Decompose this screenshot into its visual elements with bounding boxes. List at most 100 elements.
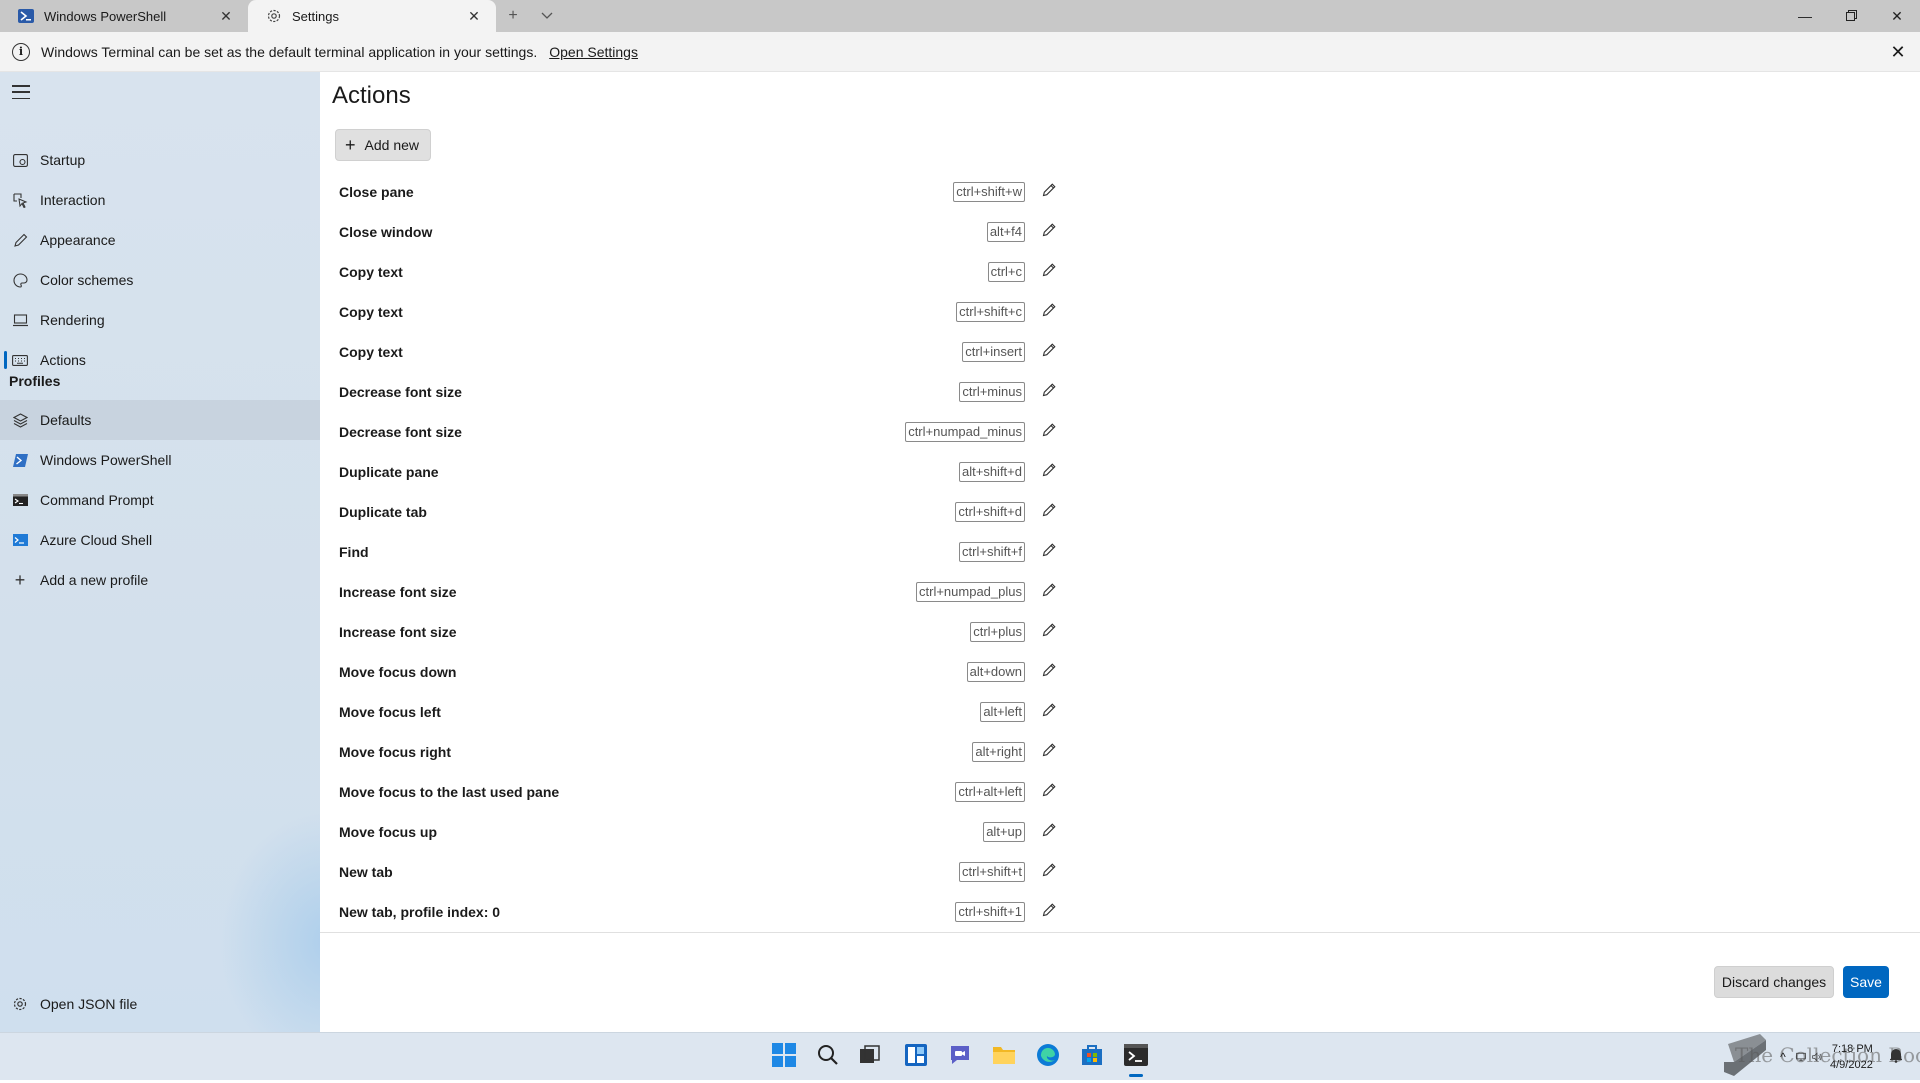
sidebar-item-label: Actions [40, 352, 86, 368]
edit-action-button[interactable] [1039, 782, 1059, 802]
keybinding-chip: ctrl+c [987, 262, 1025, 282]
edit-action-button[interactable] [1039, 382, 1059, 402]
keybinding-chip: ctrl+shift+c [956, 302, 1025, 322]
task-view-button[interactable] [854, 1041, 886, 1073]
edit-action-button[interactable] [1039, 542, 1059, 562]
terminal-button[interactable] [1120, 1041, 1152, 1077]
close-icon: ✕ [1891, 7, 1903, 24]
pencil-icon [1041, 582, 1057, 603]
search-button[interactable] [812, 1041, 844, 1073]
edit-action-button[interactable] [1039, 422, 1059, 442]
close-icon[interactable]: ✕ [216, 6, 236, 26]
edit-action-button[interactable] [1039, 182, 1059, 202]
close-window-button[interactable]: ✕ [1874, 0, 1920, 32]
action-name: Decrease font size [339, 384, 462, 400]
action-name: Find [339, 544, 369, 560]
notification-bell-icon [1888, 1047, 1904, 1068]
add-new-button[interactable]: + Add new [335, 129, 431, 161]
sidebar-item-add-profile[interactable]: + Add a new profile [0, 560, 320, 600]
edit-action-button[interactable] [1039, 742, 1059, 762]
tab-windows-powershell[interactable]: Windows PowerShell ✕ [0, 0, 248, 32]
taskbar: The Collection Book ^ 7:18 PM 4/9/2022 [0, 1032, 1920, 1080]
edit-action-button[interactable] [1039, 262, 1059, 282]
info-icon: i [12, 42, 30, 61]
edit-action-button[interactable] [1039, 582, 1059, 602]
edit-action-button[interactable] [1039, 702, 1059, 722]
save-button[interactable]: Save [1843, 966, 1889, 998]
sidebar-item-appearance[interactable]: Appearance [0, 220, 320, 260]
new-tab-button[interactable]: + [496, 0, 530, 32]
pencil-icon [1041, 502, 1057, 523]
sidebar-item-label: Defaults [40, 412, 92, 428]
sidebar-item-label: Color schemes [40, 272, 134, 288]
edit-action-button[interactable] [1039, 862, 1059, 882]
sidebar-item-interaction[interactable]: Interaction [0, 180, 320, 220]
tab-label: Windows PowerShell [44, 8, 167, 24]
notifications-button[interactable] [1880, 1041, 1912, 1073]
azure-icon [12, 532, 28, 548]
pencil-icon [1041, 822, 1057, 843]
edit-action-button[interactable] [1039, 662, 1059, 682]
edit-action-button[interactable] [1039, 902, 1059, 922]
clock-date: 4/9/2022 [1830, 1059, 1873, 1071]
edit-action-button[interactable] [1039, 222, 1059, 242]
keybinding-chip: ctrl+shift+1 [955, 902, 1025, 922]
folder-icon [992, 1044, 1016, 1071]
sidebar-item-rendering[interactable]: Rendering [0, 300, 320, 340]
discard-changes-button[interactable]: Discard changes [1714, 966, 1834, 998]
pencil-icon [1041, 742, 1057, 763]
store-button[interactable] [1076, 1041, 1108, 1073]
widgets-button[interactable] [900, 1041, 932, 1073]
sidebar-item-label: Windows PowerShell [40, 452, 172, 468]
edit-action-button[interactable] [1039, 342, 1059, 362]
restore-button[interactable] [1828, 0, 1874, 32]
edit-action-button[interactable] [1039, 302, 1059, 322]
pencil-icon [1041, 182, 1057, 203]
edge-browser-button[interactable] [1032, 1041, 1064, 1073]
chevron-down-icon [541, 7, 553, 25]
action-name: Duplicate tab [339, 504, 427, 520]
sidebar-item-command-prompt[interactable]: Command Prompt [0, 480, 320, 520]
edit-action-button[interactable] [1039, 822, 1059, 842]
file-explorer-button[interactable] [988, 1041, 1020, 1073]
chat-button[interactable] [944, 1041, 976, 1073]
action-name: Close pane [339, 184, 414, 200]
cmd-icon [12, 492, 28, 508]
open-json-file-button[interactable]: Open JSON file [0, 984, 320, 1024]
pencil-icon [1041, 422, 1057, 443]
open-settings-link[interactable]: Open Settings [549, 44, 638, 60]
edit-action-button[interactable] [1039, 622, 1059, 642]
tab-settings[interactable]: Settings ✕ [248, 0, 496, 32]
sidebar: Startup Interaction Appearance Color sch… [0, 72, 320, 1032]
add-new-label: Add new [364, 137, 419, 153]
action-row: Move focus right alt+right [339, 736, 1059, 768]
startup-icon [12, 152, 28, 168]
bottom-bar: Discard changes Save [320, 932, 1920, 1032]
close-icon[interactable]: ✕ [1888, 42, 1908, 62]
active-app-indicator [1129, 1074, 1143, 1077]
sidebar-item-color-schemes[interactable]: Color schemes [0, 260, 320, 300]
tab-dropdown-button[interactable] [530, 0, 564, 32]
pencil-icon [1041, 702, 1057, 723]
minimize-button[interactable]: — [1782, 0, 1828, 32]
sidebar-item-startup[interactable]: Startup [0, 140, 320, 180]
edit-action-button[interactable] [1039, 502, 1059, 522]
pencil-icon [1041, 862, 1057, 883]
sidebar-item-label: Rendering [40, 312, 105, 328]
volume-icon[interactable] [1790, 1041, 1822, 1073]
chat-icon [948, 1043, 972, 1072]
start-button[interactable] [768, 1041, 800, 1073]
sidebar-item-azure-cloud-shell[interactable]: Azure Cloud Shell [0, 520, 320, 560]
sidebar-item-defaults[interactable]: Defaults [0, 400, 320, 440]
action-name: Move focus down [339, 664, 457, 680]
minimize-icon: — [1798, 8, 1812, 24]
edit-action-button[interactable] [1039, 462, 1059, 482]
action-row: Decrease font size ctrl+minus [339, 376, 1059, 408]
sidebar-item-windows-powershell[interactable]: Windows PowerShell [0, 440, 320, 480]
hamburger-menu-icon[interactable] [12, 85, 30, 99]
action-row: New tab, profile index: 0 ctrl+shift+1 [339, 896, 1059, 928]
clock[interactable]: 7:18 PM 4/9/2022 [1830, 1041, 1873, 1073]
keybinding-chip: alt+down [966, 662, 1025, 682]
keybinding-chip: alt+shift+d [959, 462, 1025, 482]
close-icon[interactable]: ✕ [464, 6, 484, 26]
